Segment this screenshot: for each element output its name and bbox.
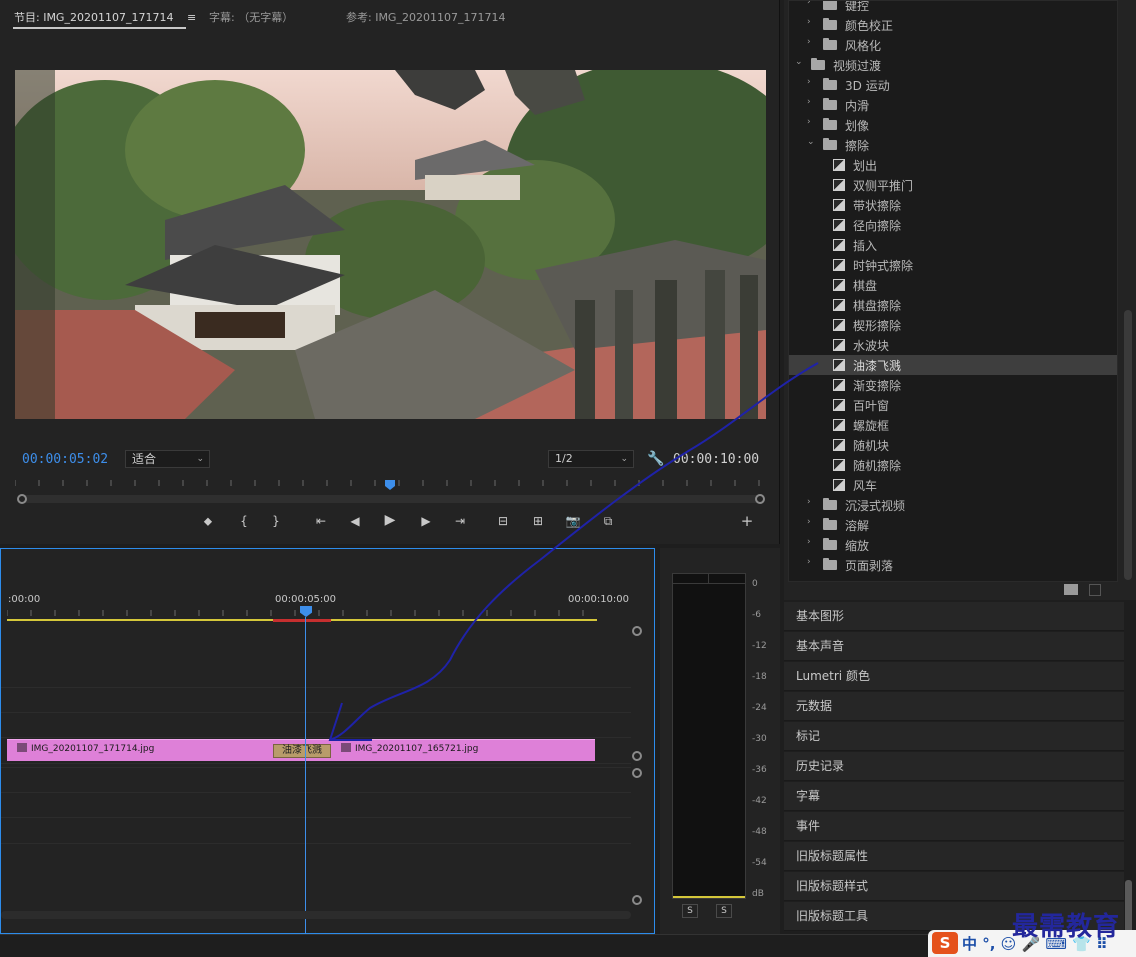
ime-logo[interactable]: S — [932, 932, 958, 954]
annotation-arrow — [328, 362, 819, 741]
annotation-arrow-head — [328, 702, 372, 741]
watermark: 最需教育 — [1012, 912, 1121, 942]
annotation-arrow-stroke — [329, 362, 819, 741]
